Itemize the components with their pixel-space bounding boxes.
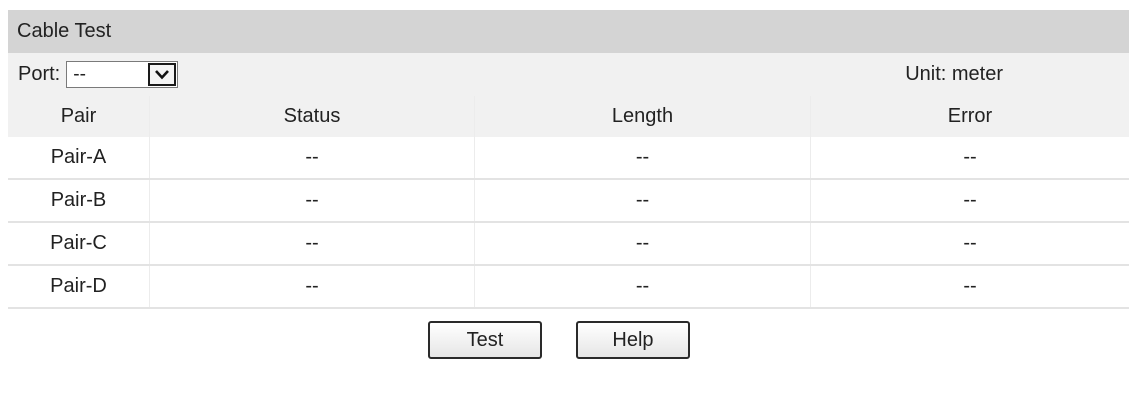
table-header-row: Pair Status Length Error — [8, 96, 1129, 137]
table-row: Pair-D -- -- -- — [8, 265, 1129, 308]
length-cell: -- — [474, 265, 811, 308]
table-row: Pair-B -- -- -- — [8, 179, 1129, 222]
table-row: Pair-A -- -- -- — [8, 137, 1129, 179]
status-cell: -- — [149, 265, 475, 308]
chevron-down-icon — [155, 70, 170, 80]
help-button[interactable]: Help — [576, 321, 690, 359]
error-cell: -- — [963, 189, 977, 211]
unit-label: Unit: meter — [905, 63, 1003, 85]
error-cell: -- — [963, 146, 977, 168]
pair-cell: Pair-D — [8, 265, 150, 308]
test-button[interactable]: Test — [428, 321, 542, 359]
action-buttons: Test Help — [428, 321, 690, 359]
cable-test-table: Pair Status Length Error Pair-A -- -- --… — [8, 96, 1129, 309]
port-select-value: -- — [73, 63, 86, 85]
panel-title-bar: Cable Test — [8, 10, 1129, 53]
error-cell: -- — [963, 275, 977, 297]
cable-test-panel: Cable Test Port: -- Unit: meter Pair Sta… — [8, 10, 1129, 309]
port-select[interactable]: -- — [66, 61, 179, 88]
error-cell: -- — [963, 232, 977, 254]
length-cell: -- — [474, 137, 811, 179]
column-header-pair: Pair — [8, 96, 150, 137]
pair-cell: Pair-A — [8, 137, 150, 179]
port-select-dropdown-button[interactable] — [148, 63, 177, 86]
length-cell: -- — [474, 179, 811, 222]
table-row: Pair-C -- -- -- — [8, 222, 1129, 265]
column-header-length: Length — [474, 96, 811, 137]
pair-cell: Pair-C — [8, 222, 150, 265]
panel-title: Cable Test — [17, 20, 112, 42]
status-cell: -- — [149, 222, 475, 265]
status-cell: -- — [149, 137, 475, 179]
length-cell: -- — [474, 222, 811, 265]
column-header-status: Status — [149, 96, 475, 137]
port-row: Port: -- Unit: meter — [8, 53, 1129, 96]
port-label: Port: — [18, 63, 61, 85]
pair-cell: Pair-B — [8, 179, 150, 222]
status-cell: -- — [149, 179, 475, 222]
column-header-error: Error — [947, 105, 993, 127]
